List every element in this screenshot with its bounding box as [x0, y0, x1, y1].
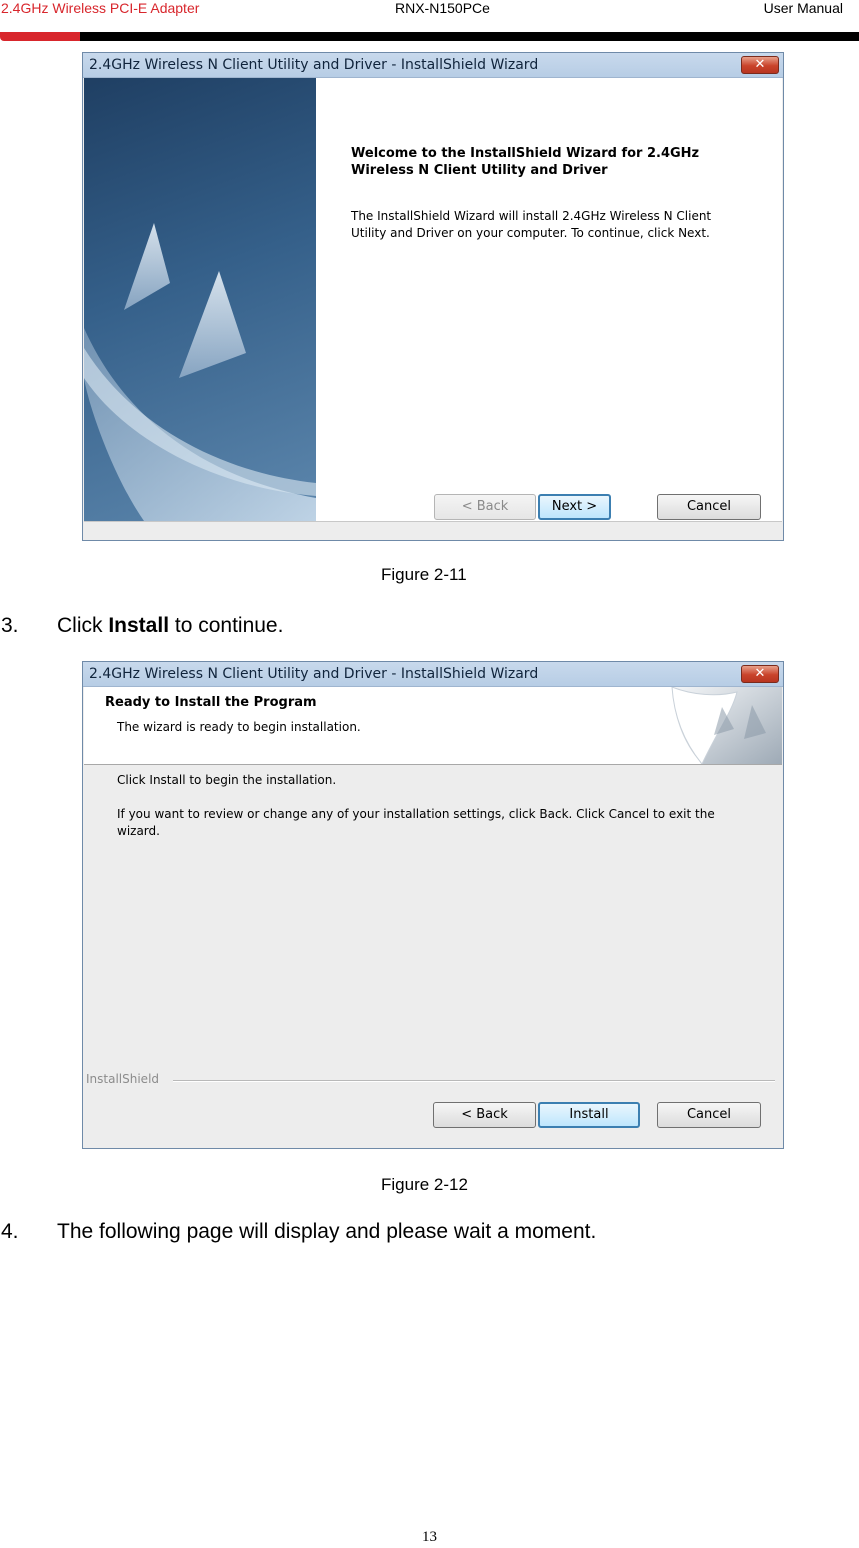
- banner-title: Ready to Install the Program: [105, 695, 317, 710]
- sail-swoosh-graphic: [84, 223, 316, 521]
- step-text-suffix: to continue.: [169, 614, 284, 637]
- installshield-ready-dialog: 2.4GHz Wireless N Client Utility and Dri…: [82, 661, 784, 1149]
- back-button[interactable]: < Back: [433, 1102, 536, 1128]
- header-rule-red: [0, 32, 80, 41]
- window-title: 2.4GHz Wireless N Client Utility and Dri…: [89, 666, 539, 682]
- title-bar: 2.4GHz Wireless N Client Utility and Dri…: [83, 662, 783, 687]
- button-separator: [84, 521, 782, 522]
- header-rule-black: [80, 32, 859, 41]
- step-3: 3. Click Install to continue.: [1, 614, 283, 638]
- step-number: 3.: [1, 614, 19, 637]
- back-button[interactable]: < Back: [434, 494, 536, 520]
- header-product: 2.4GHz Wireless PCI-E Adapter: [1, 0, 200, 16]
- brand-separator: [173, 1080, 775, 1082]
- figure-caption-2-12: Figure 2-12: [381, 1175, 468, 1194]
- page-number: 13: [422, 1529, 437, 1545]
- welcome-heading: Welcome to the InstallShield Wizard for …: [351, 146, 700, 178]
- header-model: RNX-N150PCe: [395, 0, 490, 16]
- next-button[interactable]: Next >: [538, 494, 611, 520]
- close-icon: ✕: [754, 57, 766, 72]
- step-text: The following page will display and plea…: [57, 1220, 597, 1243]
- banner-subtitle: The wizard is ready to begin installatio…: [117, 720, 361, 734]
- figure-caption-2-11: Figure 2-11: [381, 565, 467, 584]
- wizard-content-panel: Welcome to the InstallShield Wizard for …: [316, 78, 782, 521]
- step-text-prefix: Click: [57, 614, 109, 637]
- title-bar: 2.4GHz Wireless N Client Utility and Dri…: [83, 53, 783, 78]
- review-instruction: If you want to review or change any of y…: [117, 807, 715, 838]
- step-4: 4. The following page will display and pl…: [1, 1220, 596, 1244]
- close-button[interactable]: ✕: [741, 665, 779, 683]
- close-icon: ✕: [754, 666, 766, 681]
- cancel-button[interactable]: Cancel: [657, 1102, 761, 1128]
- cancel-button[interactable]: Cancel: [657, 494, 761, 520]
- step-text-bold: Install: [108, 614, 170, 637]
- page-curl-graphic: [671, 687, 782, 764]
- page-header: 2.4GHz Wireless PCI-E Adapter RNX-N150PC…: [0, 0, 859, 44]
- close-button[interactable]: ✕: [741, 56, 779, 74]
- header-doc-type: User Manual: [763, 0, 843, 16]
- welcome-body-text: The InstallShield Wizard will install 2.…: [351, 209, 712, 240]
- wizard-side-graphic: [84, 78, 316, 521]
- window-title: 2.4GHz Wireless N Client Utility and Dri…: [89, 57, 539, 73]
- installshield-brand: InstallShield: [86, 1072, 160, 1086]
- installshield-welcome-dialog: 2.4GHz Wireless N Client Utility and Dri…: [82, 52, 784, 541]
- wizard-banner: Ready to Install the Program The wizard …: [84, 687, 782, 765]
- step-number: 4.: [1, 1220, 19, 1243]
- install-instruction: Click Install to begin the installation.: [117, 773, 337, 787]
- install-button[interactable]: Install: [538, 1102, 640, 1128]
